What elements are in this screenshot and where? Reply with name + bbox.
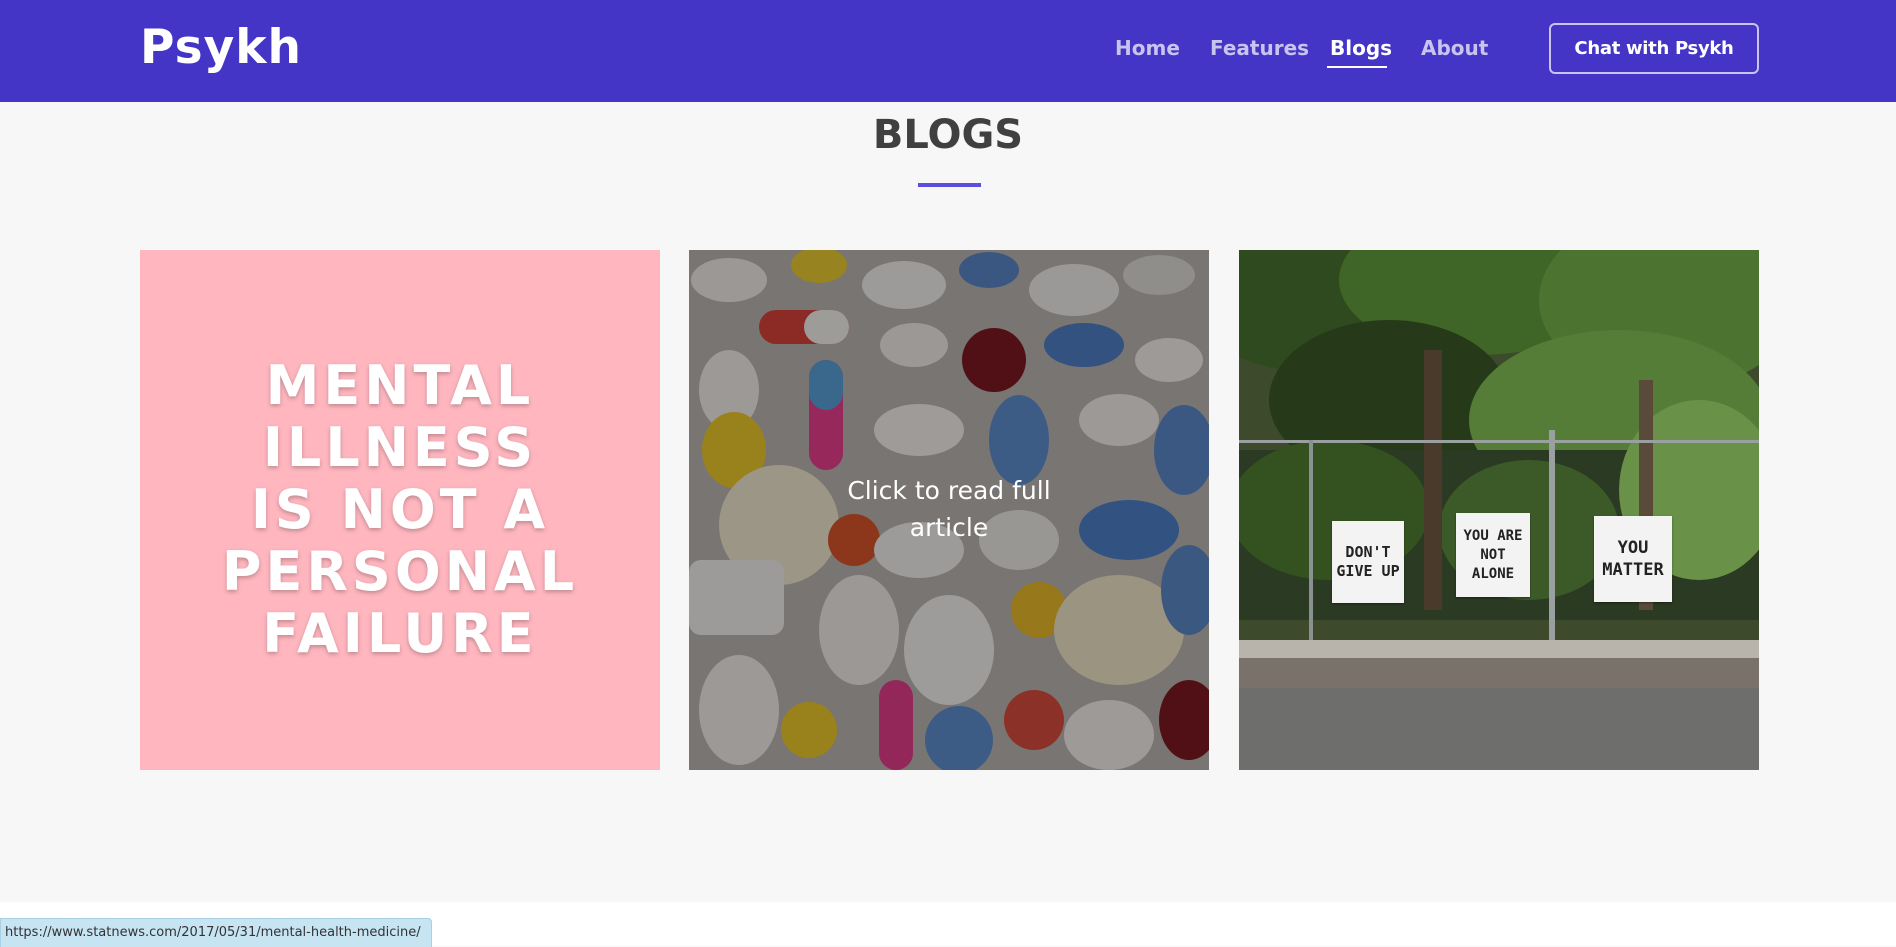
active-nav-indicator (1327, 66, 1387, 68)
fence-signs-image (1239, 250, 1759, 770)
nav-link-blogs[interactable]: Blogs (1330, 36, 1392, 60)
browser-status-url: https://www.statnews.com/2017/05/31/ment… (0, 918, 432, 947)
sign-you-matter: YOU MATTER (1594, 516, 1672, 602)
chat-with-psykh-button[interactable]: Chat with Psykh (1549, 23, 1759, 74)
nav-link-about[interactable]: About (1421, 36, 1488, 60)
blog-card-you-matter[interactable]: DON'T GIVE UP YOU ARE NOT ALONE YOU MATT… (1239, 250, 1759, 770)
nav-link-features[interactable]: Features (1210, 36, 1309, 60)
blog-card-mental-illness[interactable]: MENTAL ILLNESS IS NOT A PERSONAL FAILURE (140, 250, 660, 770)
sign-you-are-not-alone: YOU ARE NOT ALONE (1456, 513, 1530, 597)
navbar: Psykh Home Features Blogs About Chat wit… (0, 0, 1896, 102)
sign-dont-give-up: DON'T GIVE UP (1332, 521, 1404, 603)
blog-card-image-text: MENTAL ILLNESS IS NOT A PERSONAL FAILURE (221, 354, 579, 665)
nav-link-home[interactable]: Home (1115, 36, 1180, 60)
section-title: BLOGS (872, 112, 1024, 158)
blog-card-medicine[interactable]: Click to read full article (689, 250, 1209, 770)
brand-logo[interactable]: Psykh (140, 20, 302, 75)
read-article-label[interactable]: Click to read full article (809, 472, 1089, 546)
title-divider (918, 183, 981, 187)
